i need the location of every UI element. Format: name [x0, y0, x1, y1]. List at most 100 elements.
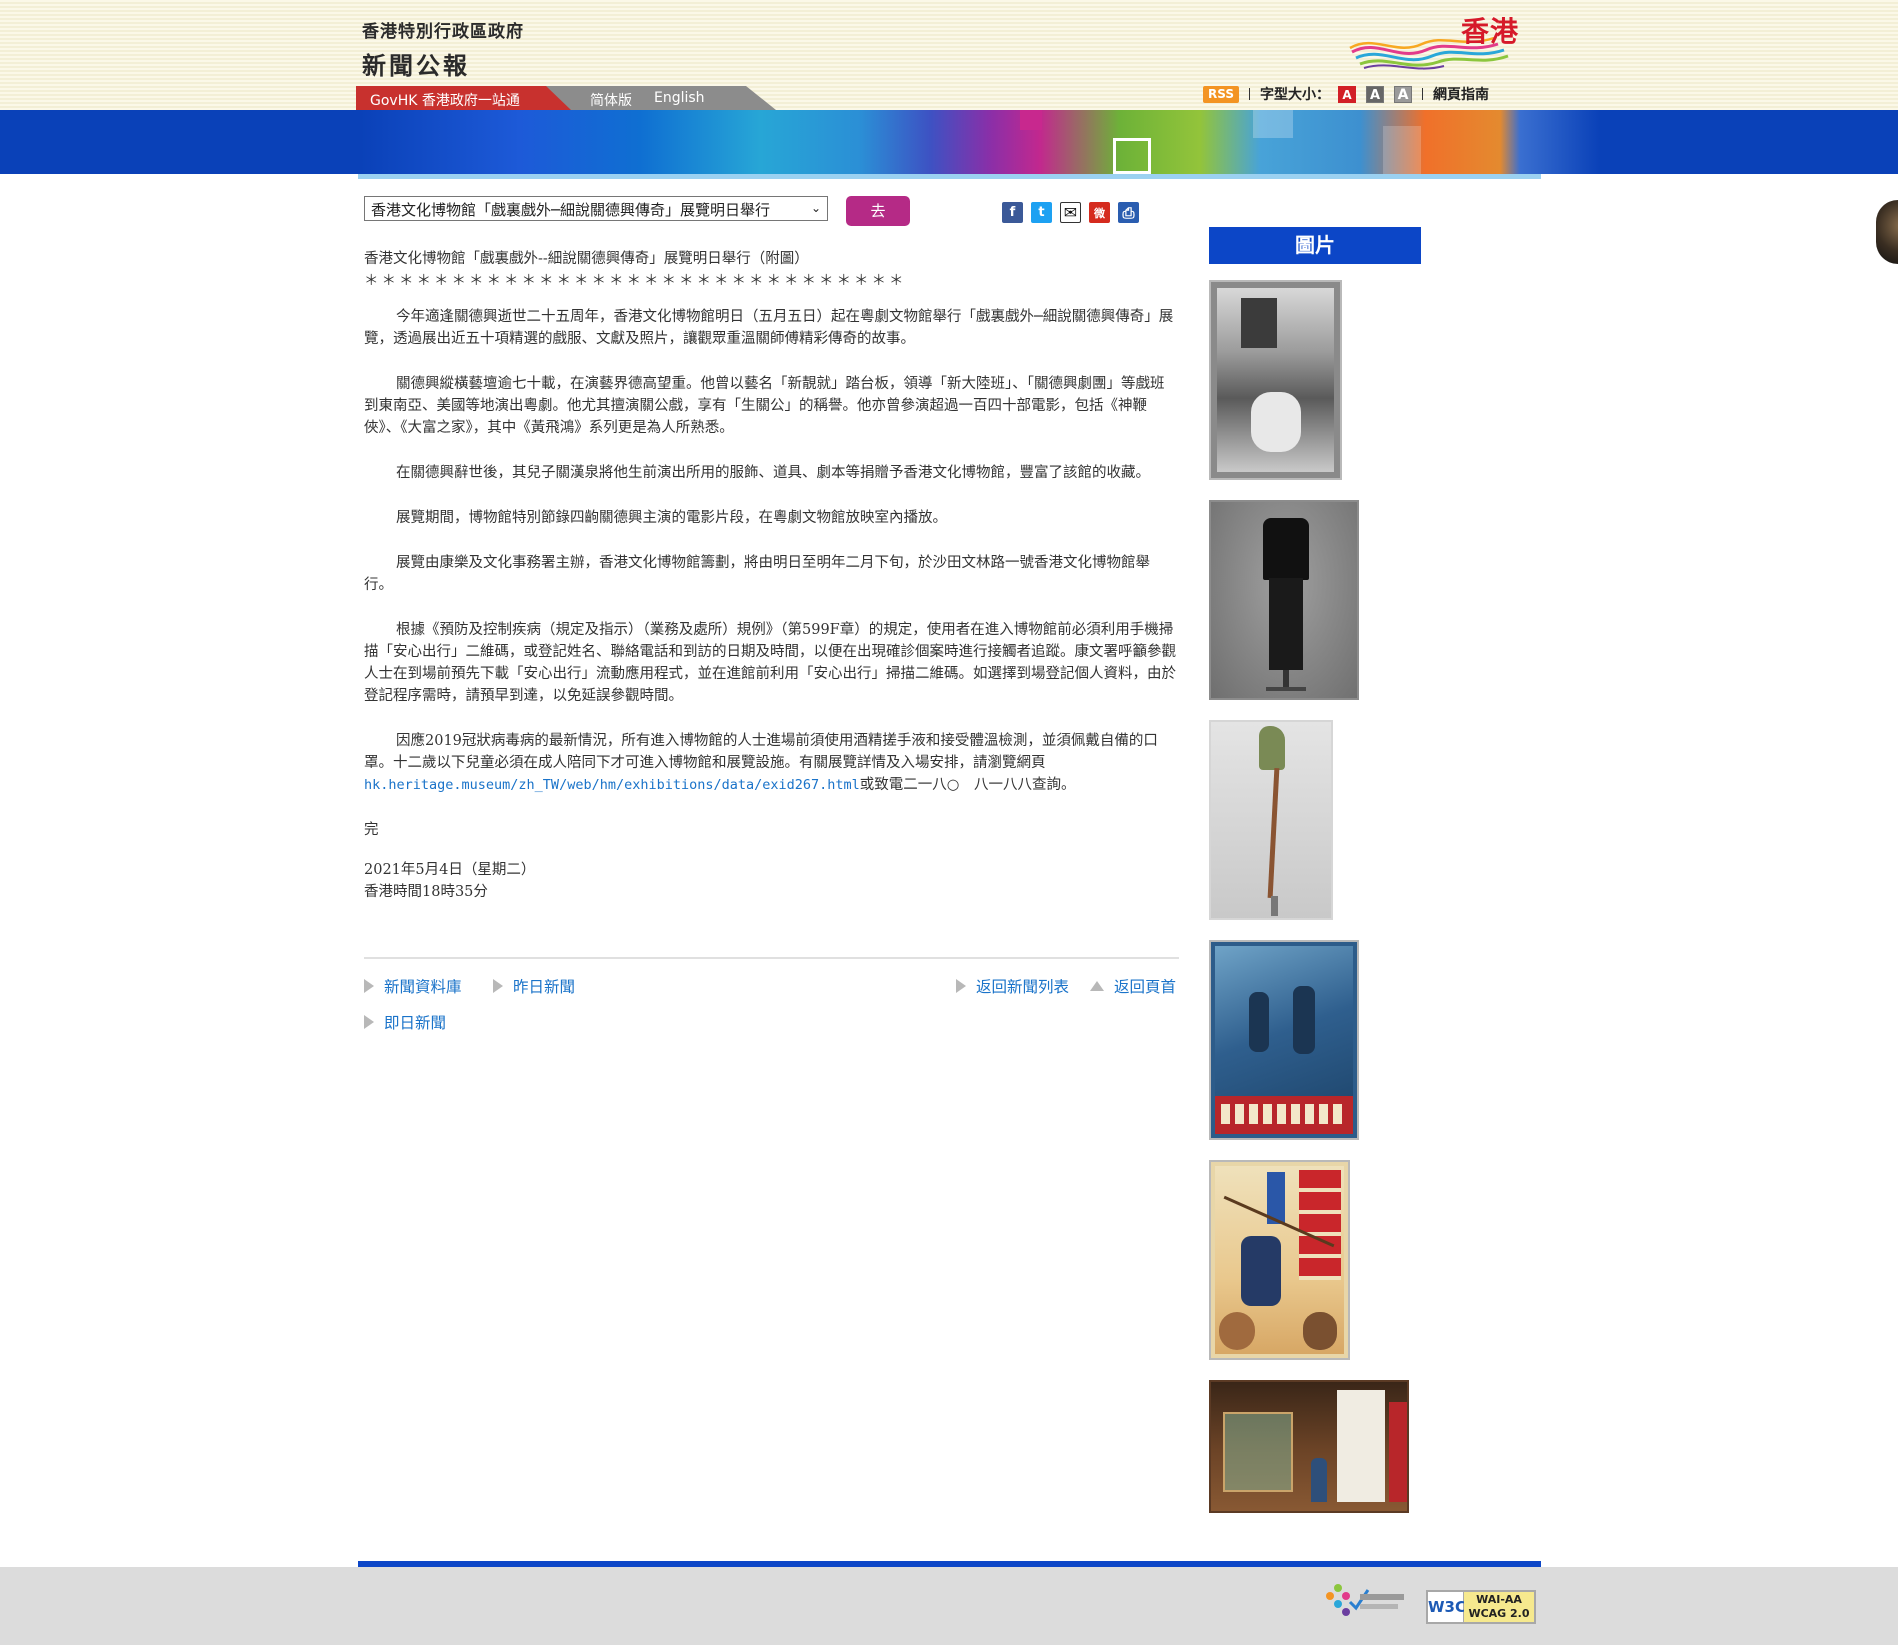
tab-govhk[interactable]: GovHK 香港政府一站通 — [356, 86, 571, 110]
photo-image — [1266, 687, 1306, 691]
news-select[interactable]: 香港文化博物館「戲裏戲外─細說關德興傳奇」展覽明日舉行 ⌄ — [364, 196, 828, 221]
logo-text: 香港 — [1460, 15, 1519, 48]
release-time: 香港時間18時35分 — [364, 884, 488, 900]
release-date: 2021年5月4日（星期二） — [364, 862, 536, 878]
brand-hong-kong-logo[interactable]: 香港 — [1348, 10, 1523, 74]
press-release-title: 香港文化博物館「戲裏戲外--細說關德興傳奇」展覽明日舉行（附圖） — [364, 251, 809, 267]
divider — [1249, 88, 1250, 100]
photo-image — [1271, 896, 1278, 916]
floating-side-button[interactable] — [1876, 200, 1898, 264]
news-toolbar: 香港文化博物館「戲裏戲外─細說關德興傳奇」展覽明日舉行 ⌄ 去 f t ✉ 微 … — [364, 196, 1184, 226]
web-for-all-badge[interactable] — [1320, 1578, 1406, 1622]
chevron-down-icon: ⌄ — [810, 201, 821, 215]
photo-thumbnail-weapon[interactable] — [1209, 720, 1333, 920]
wcag-label: WAI-AA WCAG 2.0 — [1464, 1592, 1534, 1622]
font-size-large-button[interactable]: A — [1394, 85, 1412, 103]
site-name: 新聞公報 — [362, 52, 470, 80]
paragraph-text: 因應2019冠狀病毒病的最新情況，所有進入博物館的人士進場前須使用酒精搓手液和接… — [364, 733, 1158, 771]
arrow-up-icon — [1090, 981, 1104, 991]
yesterday-news-link[interactable]: 昨日新聞 — [493, 975, 575, 997]
title-separator: ＊＊＊＊＊＊＊＊＊＊＊＊＊＊＊＊＊＊＊＊＊＊＊＊＊＊＊＊＊＊＊ — [364, 273, 907, 289]
photo-thumbnail-poster[interactable] — [1209, 940, 1359, 1140]
arrow-right-icon — [956, 979, 966, 993]
banner-block — [1253, 110, 1293, 138]
content-divider — [364, 957, 1179, 959]
paragraph: 今年適逢關德興逝世二十五周年，香港文化博物館明日（五月五日）起在粵劇文物館舉行「… — [364, 309, 1174, 347]
photo-thumbnail-costume[interactable] — [1209, 500, 1359, 700]
web-guide-link[interactable]: 網頁指南 — [1433, 84, 1489, 104]
today-news-label: 即日新聞 — [384, 1014, 447, 1032]
photo-thumbnail-film-poster[interactable] — [1209, 1160, 1350, 1360]
tab-simplified-chinese[interactable]: 简体版 — [590, 90, 632, 110]
photo-image — [1241, 1236, 1281, 1306]
go-button[interactable]: 去 — [846, 196, 910, 226]
paragraph-text: 或致電二一八○ 八一八八查詢。 — [859, 777, 1076, 793]
paragraph: 根據《預防及控制疾病（規定及指示）（業務及處所）規例》（第599F章）的規定，使… — [364, 622, 1176, 704]
footer — [0, 1567, 1898, 1645]
header-tools: RSS 字型大小： A A A 網頁指南 — [1203, 84, 1489, 104]
font-size-medium-button[interactable]: A — [1366, 85, 1384, 103]
arrow-right-icon — [364, 1015, 374, 1029]
photo-thumbnail-opera[interactable] — [1209, 280, 1342, 480]
gov-name: 香港特別行政區政府 — [362, 22, 524, 42]
banner — [0, 110, 1898, 174]
news-archive-label: 新聞資料庫 — [384, 978, 462, 996]
arrow-right-icon — [493, 979, 503, 993]
header: 香港特別行政區政府 新聞公報 香港 简体版 English GovHK 香港政府… — [0, 0, 1898, 110]
font-size-small-button[interactable]: A — [1338, 85, 1356, 103]
photo-image — [1337, 1390, 1385, 1502]
back-to-list-link[interactable]: 返回新聞列表 — [956, 975, 1069, 997]
press-release-body: 香港文化博物館「戲裏戲外--細說關德興傳奇」展覽明日舉行（附圖） ＊＊＊＊＊＊＊… — [364, 248, 1176, 903]
photo-image — [1215, 946, 1353, 1096]
facebook-share-icon[interactable]: f — [1002, 202, 1023, 223]
news-select-value: 香港文化博物館「戲裏戲外─細說關德興傳奇」展覽明日舉行 — [371, 201, 771, 219]
photo-image — [1269, 578, 1303, 670]
photo-image — [1219, 1312, 1255, 1350]
rss-button[interactable]: RSS — [1203, 85, 1239, 103]
photo-image — [1303, 1312, 1337, 1350]
banner-block — [1383, 126, 1421, 174]
twitter-share-icon[interactable]: t — [1031, 202, 1052, 223]
banner-block — [1020, 110, 1042, 130]
share-bar: f t ✉ 微 ⎙ — [1002, 202, 1139, 223]
end-mark: 完 — [364, 822, 379, 838]
photo-image — [1311, 1458, 1327, 1502]
photo-image — [1251, 392, 1301, 452]
font-size-label: 字型大小： — [1260, 87, 1330, 103]
photo-image — [1249, 992, 1269, 1052]
banner-block — [1113, 138, 1151, 174]
paragraph: 關德興縱橫藝壇逾七十載，在演藝界德高望重。他曾以藝名「新靚就」踏台板，領導「新大… — [364, 376, 1165, 436]
site-brand[interactable]: 香港特別行政區政府 新聞公報 — [362, 17, 524, 81]
photo-image — [1259, 726, 1285, 770]
photo-image — [1263, 518, 1309, 580]
yesterday-news-label: 昨日新聞 — [513, 978, 576, 996]
back-to-top-label: 返回頁首 — [1114, 978, 1177, 996]
exhibition-link[interactable]: hk.heritage.museum/zh_TW/web/hm/exhibiti… — [364, 777, 860, 793]
divider — [1422, 88, 1423, 100]
site-tabs: 简体版 English GovHK 香港政府一站通 — [356, 86, 776, 110]
paragraph: 因應2019冠狀病毒病的最新情況，所有進入博物館的人士進場前須使用酒精搓手液和接… — [364, 730, 1176, 796]
language-tabs: 简体版 English — [542, 86, 776, 110]
w3c-logo: W3C — [1428, 1592, 1466, 1622]
photo-thumbnail-exhibition-hall[interactable] — [1209, 1380, 1409, 1513]
photo-image — [1221, 1104, 1347, 1124]
photo-image — [1389, 1402, 1407, 1502]
photo-image — [1299, 1170, 1341, 1280]
today-news-link[interactable]: 即日新聞 — [364, 1011, 446, 1033]
banner-underline — [358, 174, 1541, 179]
paragraph: 展覽由康樂及文化事務署主辦，香港文化博物館籌劃，將由明日至明年二月下旬，於沙田文… — [364, 555, 1150, 593]
news-archive-link[interactable]: 新聞資料庫 — [364, 975, 462, 997]
photo-image — [1241, 298, 1277, 348]
wcag-badge[interactable]: W3C WAI-AA WCAG 2.0 — [1426, 1590, 1536, 1624]
back-to-top-link[interactable]: 返回頁首 — [1090, 975, 1176, 997]
paragraph: 在關德興辭世後，其兒子關漢泉將他生前演出所用的服飾、道具、劇本等捐贈予香港文化博… — [396, 465, 1150, 481]
photo-image — [1223, 1412, 1293, 1492]
weibo-share-icon[interactable]: 微 — [1089, 202, 1110, 223]
paragraph: 展覽期間，博物館特別節錄四齣關德興主演的電影片段，在粵劇文物館放映室內播放。 — [396, 510, 947, 526]
tab-english[interactable]: English — [654, 90, 705, 106]
pictures-heading: 圖片 — [1209, 227, 1421, 264]
email-share-icon[interactable]: ✉ — [1060, 202, 1081, 223]
arrow-right-icon — [364, 979, 374, 993]
print-icon[interactable]: ⎙ — [1118, 202, 1139, 223]
photo-image — [1293, 986, 1315, 1054]
